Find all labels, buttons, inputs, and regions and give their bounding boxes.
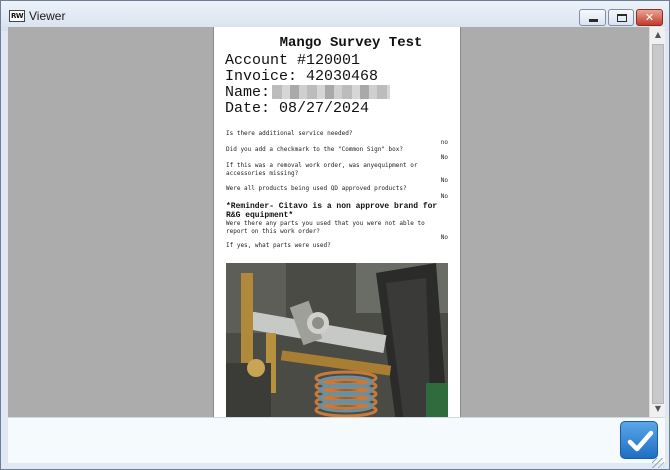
maximize-button[interactable] [608,9,634,26]
scroll-up-icon[interactable]: ▲ [650,27,666,43]
bottom-toolbar [8,417,665,463]
name-line: Name: [225,84,391,101]
window-title: Viewer [29,9,66,23]
scroll-thumb[interactable] [652,44,664,404]
reminder-note: *Reminder- Citavo is a non approve brand… [226,202,438,220]
invoice-line: Invoice: 42030468 [225,68,379,85]
checkmark-icon [627,430,654,452]
account-line: Account #120001 [225,52,361,69]
equipment-photo-graphic [226,263,448,417]
document-viewer[interactable]: Mango Survey Test Account #120001 Invoic… [8,27,649,417]
minimize-button[interactable] [579,9,606,26]
document-page: Mango Survey Test Account #120001 Invoic… [213,27,461,417]
question-text: If yes, what parts were used? [226,242,331,249]
answer-text: no [440,139,448,146]
question-text: Were all products being used QD approved… [226,185,407,192]
scroll-down-icon[interactable]: ▼ [650,401,666,417]
document-title: Mango Survey Test [279,35,423,51]
answer-text: No [440,193,448,200]
confirm-button[interactable] [620,421,658,459]
answer-text: No [440,177,448,184]
name-label: Name: [225,84,271,101]
date-line: Date: 08/27/2024 [225,100,370,117]
answer-text: No [440,154,448,161]
vertical-scrollbar[interactable]: ▲ ▼ [649,27,665,417]
question-text: Did you add a checkmark to the "Common S… [226,146,404,153]
question-text: Were there any parts you used that you w… [226,220,425,235]
app-logo-icon: RW [9,10,25,22]
question-text: If this was a removal work order, was an… [226,162,418,177]
resize-grip[interactable] [652,458,664,468]
equipment-photo [226,263,448,417]
close-icon: ✕ [644,11,655,24]
answer-text: No [440,234,448,241]
question-text: Is there additional service needed? [226,130,353,137]
close-button[interactable]: ✕ [636,9,663,26]
minimize-icon [589,19,598,22]
redacted-name [272,85,391,100]
maximize-icon [617,14,627,22]
